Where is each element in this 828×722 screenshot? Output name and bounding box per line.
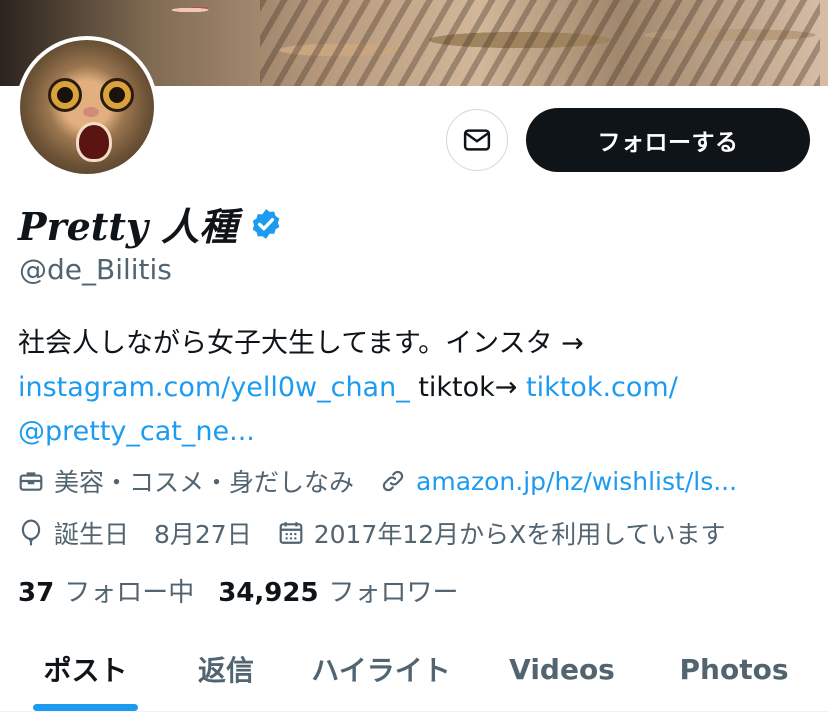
calendar-icon xyxy=(279,522,303,544)
category-text: 美容・コスメ・身だしなみ xyxy=(54,468,355,497)
followers-stat[interactable]: 34,925 フォロワー xyxy=(218,572,458,609)
birthday-text: 誕生日 8月27日 xyxy=(54,520,252,549)
birthday-item: 誕生日 8月27日 xyxy=(18,515,252,551)
tab-photos[interactable]: Photos xyxy=(643,626,825,712)
active-tab-indicator xyxy=(33,704,138,711)
bio-text: 社会人しながら女子大生してます。インスタ → xyxy=(18,328,584,359)
avatar-eye-right xyxy=(100,78,134,112)
avatar-image xyxy=(20,40,154,174)
tabs-divider xyxy=(0,711,828,712)
profile-meta-line-1: 美容・コスメ・身だしなみ amazon.jp/hz/wishlist/ls... xyxy=(18,463,763,499)
bio: 社会人しながら女子大生してます。インスタ → instagram.com/yel… xyxy=(18,322,798,454)
balloon-icon xyxy=(21,519,41,546)
website-link[interactable]: amazon.jp/hz/wishlist/ls... xyxy=(416,467,737,496)
tab-videos[interactable]: Videos xyxy=(481,626,643,712)
follow-stats: 37 フォロー中 34,925 フォロワー xyxy=(18,572,483,609)
tiktok-link[interactable]: tiktok.com/ xyxy=(526,372,678,403)
envelope-icon xyxy=(463,129,491,151)
tiktok-link-handle[interactable]: @pretty_cat_ne... xyxy=(18,416,255,447)
briefcase-icon xyxy=(19,472,43,491)
bio-text-tiktok: tiktok→ xyxy=(418,372,518,403)
joined-item: 2017年12月からXを利用しています xyxy=(278,515,726,551)
following-label: フォロー中 xyxy=(64,578,195,608)
website-item[interactable]: amazon.jp/hz/wishlist/ls... xyxy=(380,467,737,496)
name-row: Pretty 人種 xyxy=(18,196,283,251)
tab-replies[interactable]: 返信 xyxy=(171,626,281,712)
handle: @de_Bilitis xyxy=(19,253,172,286)
following-count: 37 xyxy=(18,578,55,608)
banner-texture xyxy=(260,0,820,86)
profile-tabs: ポスト 返信 ハイライト Videos Photos xyxy=(0,626,828,712)
joined-text: 2017年12月からXを利用しています xyxy=(313,520,726,549)
instagram-link[interactable]: instagram.com/yell0w_chan_ xyxy=(18,372,410,403)
category-item: 美容・コスメ・身だしなみ xyxy=(18,463,354,499)
link-icon xyxy=(382,470,404,492)
follow-button[interactable]: フォローする xyxy=(526,108,810,172)
followers-label: フォロワー xyxy=(328,578,459,608)
avatar-mouth xyxy=(76,122,112,162)
followers-count: 34,925 xyxy=(218,578,319,608)
following-stat[interactable]: 37 フォロー中 xyxy=(18,572,194,609)
verified-badge-icon[interactable] xyxy=(249,207,283,241)
avatar-nose xyxy=(83,107,99,117)
message-button[interactable] xyxy=(446,109,508,171)
tab-posts[interactable]: ポスト xyxy=(0,626,171,712)
avatar-eye-left xyxy=(48,78,82,112)
display-name: Pretty 人種 xyxy=(18,204,238,249)
profile-meta-line-2: 誕生日 8月27日 2017年12月からXを利用しています xyxy=(18,515,752,551)
avatar[interactable] xyxy=(16,36,158,178)
tab-highlights[interactable]: ハイライト xyxy=(281,626,481,712)
